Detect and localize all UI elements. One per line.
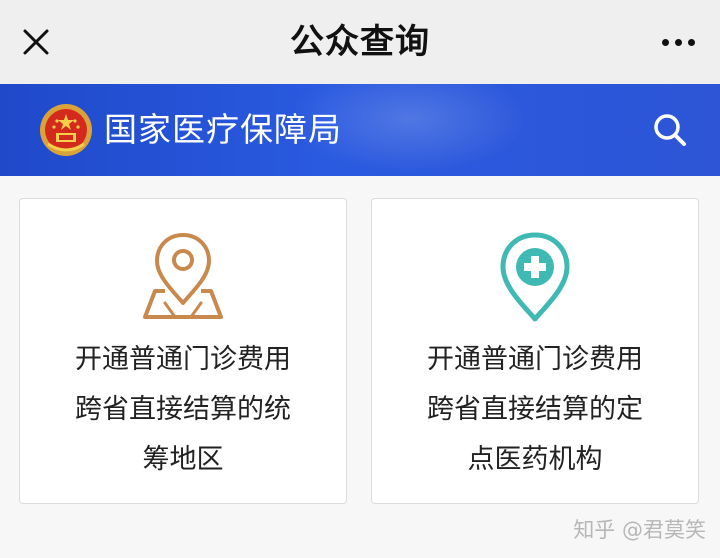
card-label-line: 跨省直接结算的定 [427, 394, 643, 425]
card-coordinated-regions[interactable]: 开通普通门诊费用 跨省直接结算的统 筹地区 [19, 198, 347, 504]
card-label-line: 筹地区 [142, 444, 224, 475]
agency-banner: 国家医疗保障局 [0, 84, 720, 176]
card-label: 开通普通门诊费用 跨省直接结算的统 筹地区 [20, 335, 346, 485]
card-label-line: 跨省直接结算的统 [75, 394, 291, 425]
watermark: 知乎 @君莫笑 [573, 518, 706, 542]
top-nav-bar: 公众查询 [0, 0, 720, 84]
content-area: 开通普通门诊费用 跨省直接结算的统 筹地区 开通普通门诊费用 跨省直接结算的定 … [0, 176, 720, 558]
card-label-line: 开通普通门诊费用 [75, 344, 291, 375]
card-label: 开通普通门诊费用 跨省直接结算的定 点医药机构 [372, 335, 698, 485]
card-label-line: 点医药机构 [467, 444, 603, 475]
card-designated-institutions[interactable]: 开通普通门诊费用 跨省直接结算的定 点医药机构 [371, 198, 699, 504]
search-icon[interactable] [650, 110, 690, 150]
medical-location-icon [500, 232, 570, 322]
national-emblem-icon [40, 104, 92, 156]
page-title: 公众查询 [290, 22, 430, 62]
more-dots-icon [661, 38, 669, 46]
map-pin-icon [143, 233, 223, 319]
card-label-line: 开通普通门诊费用 [427, 344, 643, 375]
more-options-button[interactable] [652, 20, 704, 64]
agency-name: 国家医疗保障局 [104, 110, 342, 149]
